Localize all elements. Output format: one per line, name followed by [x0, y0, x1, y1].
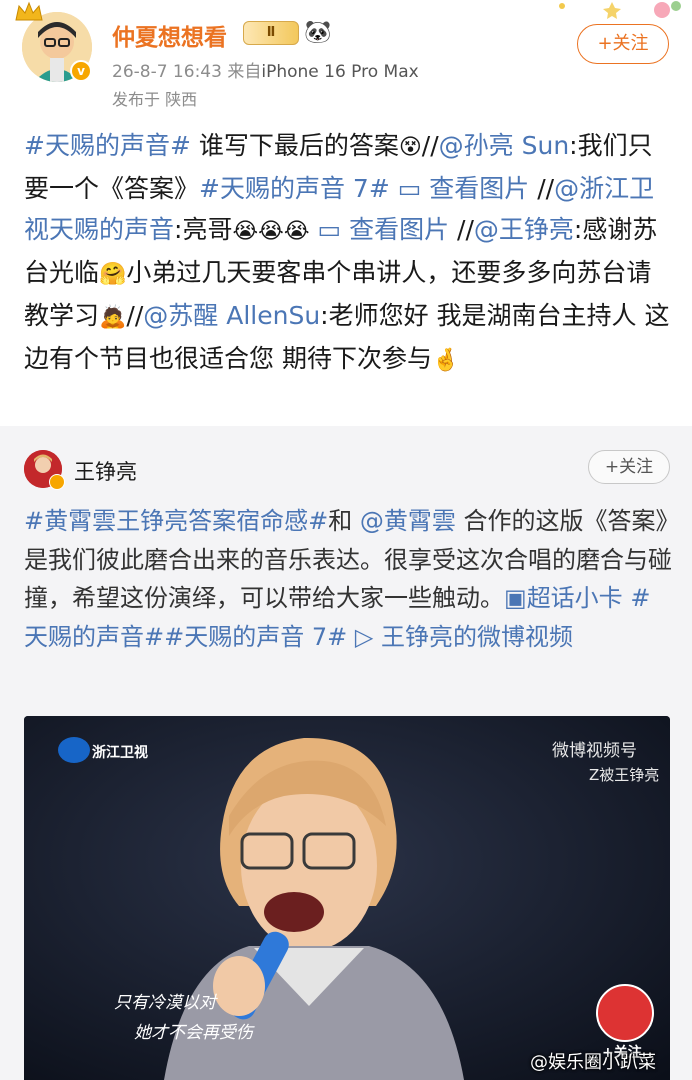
- video-icon: ▷: [347, 622, 374, 651]
- channel-logo-icon: [58, 737, 90, 763]
- decoration-icon: [559, 1, 681, 19]
- hashtag-link[interactable]: #天赐的声音 7#: [199, 174, 390, 203]
- hug-emoji-icon: 🤗: [99, 262, 127, 287]
- image-icon: ▭: [389, 174, 422, 203]
- video-link[interactable]: 王铮亮的微博视频: [373, 623, 573, 651]
- video-subtitle-2: 她才不会再受伤: [134, 1023, 253, 1043]
- crying-emoji-icon: 😵: [398, 135, 422, 160]
- level-badge: Ⅱ: [243, 21, 299, 45]
- hashtag-link[interactable]: #天赐的声音#: [24, 131, 191, 160]
- image-icon: ▭: [309, 215, 342, 244]
- post-location: 发布于 陕西: [112, 90, 198, 109]
- watermark: @娱乐圈小趴菜: [530, 1052, 656, 1073]
- follow-button[interactable]: +关注: [577, 24, 669, 64]
- timestamp: 26-8-7 16:43: [112, 62, 222, 82]
- repost-text: #黄霄雲王铮亮答案宿命感#和 @黄霄雲 合作的这版《答案》是我们彼此磨合出来的音…: [24, 507, 672, 651]
- crossed-fingers-emoji-icon: 🤞: [431, 348, 460, 373]
- verified-badge-icon: [49, 474, 65, 490]
- video-brand-sub: Z被王铮亮: [589, 766, 660, 784]
- repost-username[interactable]: 王铮亮: [74, 456, 137, 486]
- source-prefix: 来自: [227, 62, 262, 82]
- level-badge-label: Ⅱ: [266, 25, 276, 40]
- device-name: iPhone 16 Pro Max: [261, 62, 419, 82]
- video-author-avatar[interactable]: [596, 984, 654, 1042]
- mention-link[interactable]: @苏醒 AllenSu: [143, 301, 320, 330]
- hashtag-link[interactable]: #黄霄雲王铮亮答案宿命感#: [24, 507, 328, 535]
- supertopic-link[interactable]: 超话小卡: [527, 584, 623, 612]
- post-header: v 仲夏想想看 Ⅱ 🐼 26-8-7 16:43 来自iPhone 16 Pro…: [0, 0, 692, 118]
- video-subtitle-1: 只有冷漠以对: [114, 993, 216, 1013]
- post-text: #天赐的声音# 谁写下最后的答案😵//@孙亮 Sun:我们只要一个《答案》#天赐…: [24, 131, 670, 373]
- weibo-video-brand: 微博视频号: [552, 741, 637, 761]
- crown-icon: [15, 1, 43, 21]
- repost-follow-button[interactable]: +关注: [588, 450, 670, 484]
- verified-badge-icon: v: [70, 60, 92, 82]
- panda-icon: 🐼: [304, 20, 332, 45]
- mention-link[interactable]: @王铮亮: [474, 215, 574, 244]
- username[interactable]: 仲夏想想看: [112, 18, 227, 52]
- view-image-link[interactable]: 查看图片: [421, 174, 529, 203]
- video-frame: [24, 716, 670, 1080]
- repost-card[interactable]: 王铮亮 +关注 #黄霄雲王铮亮答案宿命感#和 @黄霄雲 合作的这版《答案》是我们…: [0, 426, 692, 1080]
- supertopic-icon: ▣: [504, 584, 527, 612]
- view-image-link[interactable]: 查看图片: [341, 215, 449, 244]
- crying-emoji-icon: 😭😭😭: [232, 219, 310, 244]
- bow-emoji-icon: 🙇: [99, 305, 127, 330]
- channel-logo-text: 浙江卫视: [92, 745, 148, 761]
- mention-link[interactable]: @孙亮 Sun: [439, 131, 570, 160]
- repost-header: 王铮亮 +关注: [0, 426, 692, 498]
- video-player[interactable]: 浙江卫视 微博视频号 Z被王铮亮 只有冷漠以对 她才不会再受伤 +关注: [24, 716, 670, 1080]
- mention-link[interactable]: @黄霄雲: [360, 507, 456, 535]
- post-meta: 26-8-7 16:43 来自iPhone 16 Pro Max: [112, 57, 419, 82]
